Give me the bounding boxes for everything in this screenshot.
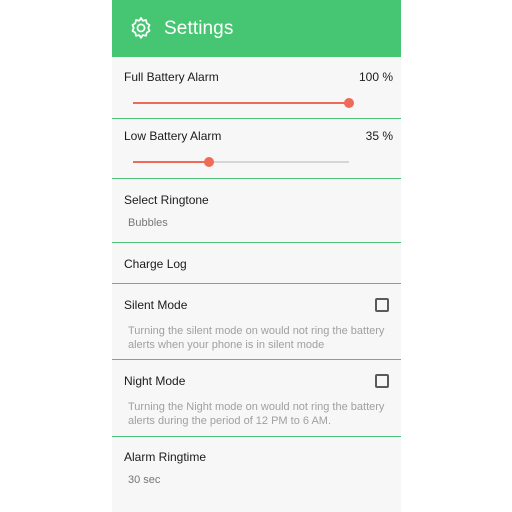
- charge-log-label: Charge Log: [124, 257, 187, 271]
- full-battery-alarm-value: 100 %: [358, 70, 393, 84]
- full-battery-alarm-slider[interactable]: [133, 97, 354, 109]
- silent-mode-label: Silent Mode: [124, 298, 188, 312]
- settings-screen: Settings Full Battery Alarm 100 % Low Ba…: [112, 0, 401, 512]
- select-ringtone-label: Select Ringtone: [124, 193, 209, 207]
- alarm-ringtime-row[interactable]: Alarm Ringtime 30 sec: [112, 437, 401, 512]
- slider-thumb[interactable]: [203, 157, 214, 167]
- app-bar: Settings: [112, 0, 401, 57]
- slider-thumb[interactable]: [344, 98, 354, 108]
- page-title: Settings: [164, 17, 234, 39]
- low-battery-alarm-label: Low Battery Alarm: [124, 129, 222, 143]
- alarm-ringtime-value: 30 sec: [128, 474, 161, 486]
- slider-fill: [133, 161, 209, 163]
- full-battery-alarm-row: Full Battery Alarm 100 %: [112, 57, 401, 119]
- night-mode-checkbox[interactable]: [375, 374, 389, 388]
- ringtone-value: Bubbles: [128, 217, 168, 229]
- night-mode-description: Turning the Night mode on would not ring…: [128, 401, 385, 427]
- full-battery-alarm-label: Full Battery Alarm: [124, 70, 219, 84]
- silent-mode-row: Silent Mode Turning the silent mode on w…: [112, 284, 401, 360]
- charge-log-row[interactable]: Charge Log: [112, 243, 401, 284]
- low-battery-alarm-slider[interactable]: [133, 156, 349, 168]
- silent-mode-checkbox[interactable]: [375, 298, 389, 312]
- select-ringtone-row[interactable]: Select Ringtone Bubbles: [112, 179, 401, 243]
- low-battery-alarm-row: Low Battery Alarm 35 %: [112, 119, 401, 179]
- gear-icon: [127, 15, 155, 43]
- night-mode-row: Night Mode Turning the Night mode on wou…: [112, 360, 401, 437]
- slider-fill: [133, 102, 349, 104]
- night-mode-label: Night Mode: [124, 374, 186, 388]
- low-battery-alarm-value: 35 %: [365, 129, 393, 143]
- alarm-ringtime-label: Alarm Ringtime: [124, 450, 207, 464]
- silent-mode-description: Turning the silent mode on would not rin…: [128, 325, 385, 351]
